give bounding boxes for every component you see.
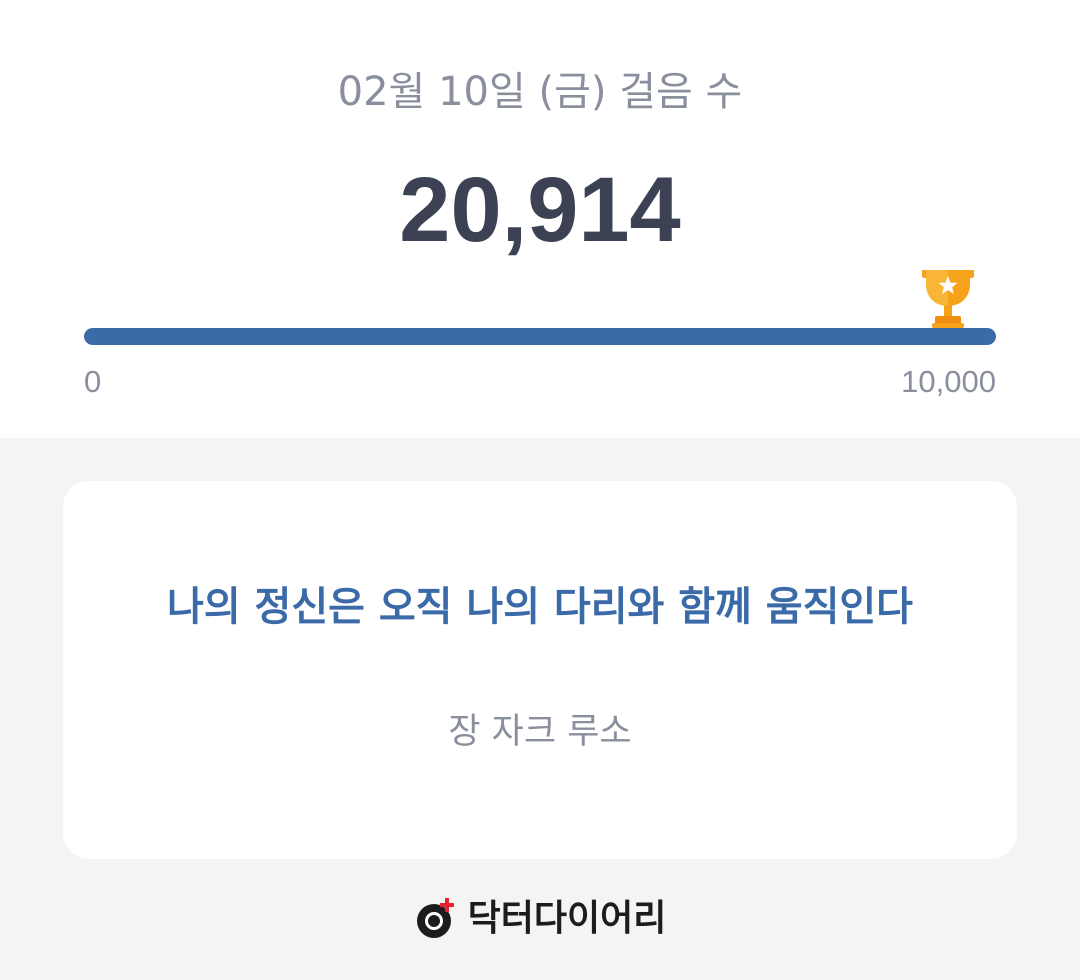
- step-progress-fill: [84, 328, 996, 345]
- brand-footer: 닥터다이어리: [0, 894, 1080, 944]
- step-summary-panel: 02월 10일 (금) 걸음 수 20,914 0 10,000: [0, 0, 1080, 438]
- progress-min-label: 0: [84, 364, 102, 399]
- quote-text: 나의 정신은 오직 나의 다리와 함께 움직인다: [167, 584, 913, 630]
- trophy-icon: [922, 270, 974, 328]
- progress-max-label: 10,000: [901, 364, 996, 399]
- date-title: 02월 10일 (금) 걸음 수: [337, 69, 743, 115]
- quote-author: 장 자크 루소: [448, 712, 632, 752]
- step-count: 20,914: [399, 159, 681, 261]
- quote-card: 나의 정신은 오직 나의 다리와 함께 움직인다 장 자크 루소: [63, 481, 1017, 859]
- brand-name: 닥터다이어리: [467, 898, 667, 939]
- doctor-diary-logo-icon: [416, 898, 454, 938]
- step-progress-bar: [84, 328, 996, 345]
